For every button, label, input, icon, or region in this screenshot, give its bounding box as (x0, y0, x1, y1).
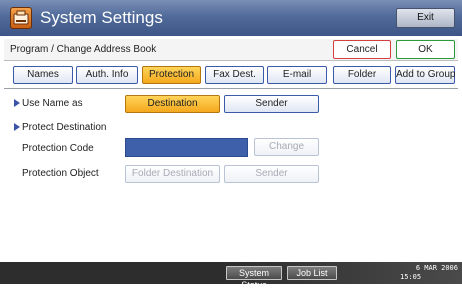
date-text: 6 MAR 2006 (415, 264, 458, 272)
triangle-right-icon (14, 98, 20, 107)
protection-object-label: Protection Object (22, 168, 99, 179)
protect-destination-label: Protect Destination (22, 122, 107, 133)
protection-code-field[interactable] (125, 138, 248, 157)
tab-email[interactable]: E-mail (267, 66, 327, 84)
time-text: 15:05 (400, 273, 422, 281)
tab-protection[interactable]: Protection (142, 66, 201, 84)
tab-auth-info[interactable]: Auth. Info (76, 66, 138, 84)
use-name-as-heading: Use Name as (14, 97, 83, 111)
settings-app-icon (10, 7, 32, 29)
ok-button[interactable]: OK (396, 40, 455, 59)
system-status-button[interactable]: System Status (226, 266, 282, 290)
window-title: System Settings (40, 8, 163, 27)
tab-folder[interactable]: Folder (333, 66, 391, 84)
sender-option-button[interactable]: Sender (224, 95, 319, 113)
job-list-button[interactable]: Job List (287, 266, 337, 280)
folder-destination-option-button[interactable]: Folder Destination (125, 165, 220, 183)
protection-code-label: Protection Code (22, 143, 94, 154)
cancel-button[interactable]: Cancel (333, 40, 391, 59)
destination-option-button[interactable]: Destination (125, 95, 220, 113)
use-name-as-label: Use Name as (22, 98, 83, 109)
protect-destination-heading: Protect Destination (14, 121, 107, 135)
change-code-button[interactable]: Change (254, 138, 319, 156)
date-time-readout: 6 MAR 2006 15:05 (398, 264, 458, 282)
tab-fax-dest[interactable]: Fax Dest. (205, 66, 264, 84)
tab-names[interactable]: Names (13, 66, 73, 84)
tab-divider (4, 88, 458, 89)
triangle-right-icon (14, 122, 20, 131)
exit-button[interactable]: Exit (396, 8, 455, 28)
breadcrumb: Program / Change Address Book (10, 44, 157, 55)
tab-add-to-group[interactable]: Add to Group (395, 66, 455, 84)
sender-object-option-button[interactable]: Sender (224, 165, 319, 183)
